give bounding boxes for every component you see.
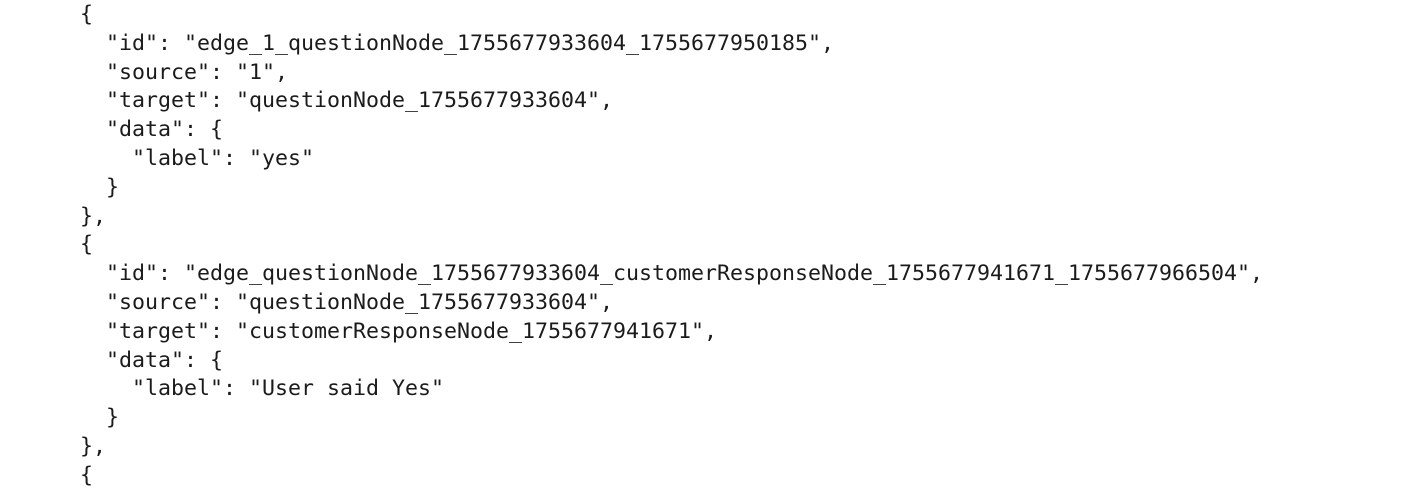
- code-line: }: [80, 174, 120, 200]
- code-line: "label": "yes": [80, 145, 315, 171]
- code-line: },: [80, 433, 107, 459]
- code-line: "id": "edge_1_questionNode_1755677933604…: [80, 30, 835, 56]
- code-line: "id": "edge_questionNode_1755677933604_c…: [80, 261, 1264, 287]
- code-line: "label": "User said Yes": [80, 376, 445, 402]
- code-line: {: [80, 2, 94, 27]
- code-line: }: [80, 405, 120, 431]
- code-line: "data": {: [80, 117, 224, 143]
- code-line: "target": "questionNode_1755677933604",: [80, 88, 614, 114]
- code-line: "target": "customerResponseNode_17556779…: [80, 318, 718, 344]
- code-line: "source": "questionNode_1755677933604",: [80, 289, 614, 315]
- code-line: "source": "1",: [80, 59, 289, 85]
- json-code-block: { "id": "edge_1_questionNode_17556779336…: [80, 1, 1263, 491]
- code-line: {: [80, 462, 94, 488]
- code-line: "data": {: [80, 347, 224, 373]
- code-line: {: [80, 232, 94, 258]
- code-line: },: [80, 203, 107, 229]
